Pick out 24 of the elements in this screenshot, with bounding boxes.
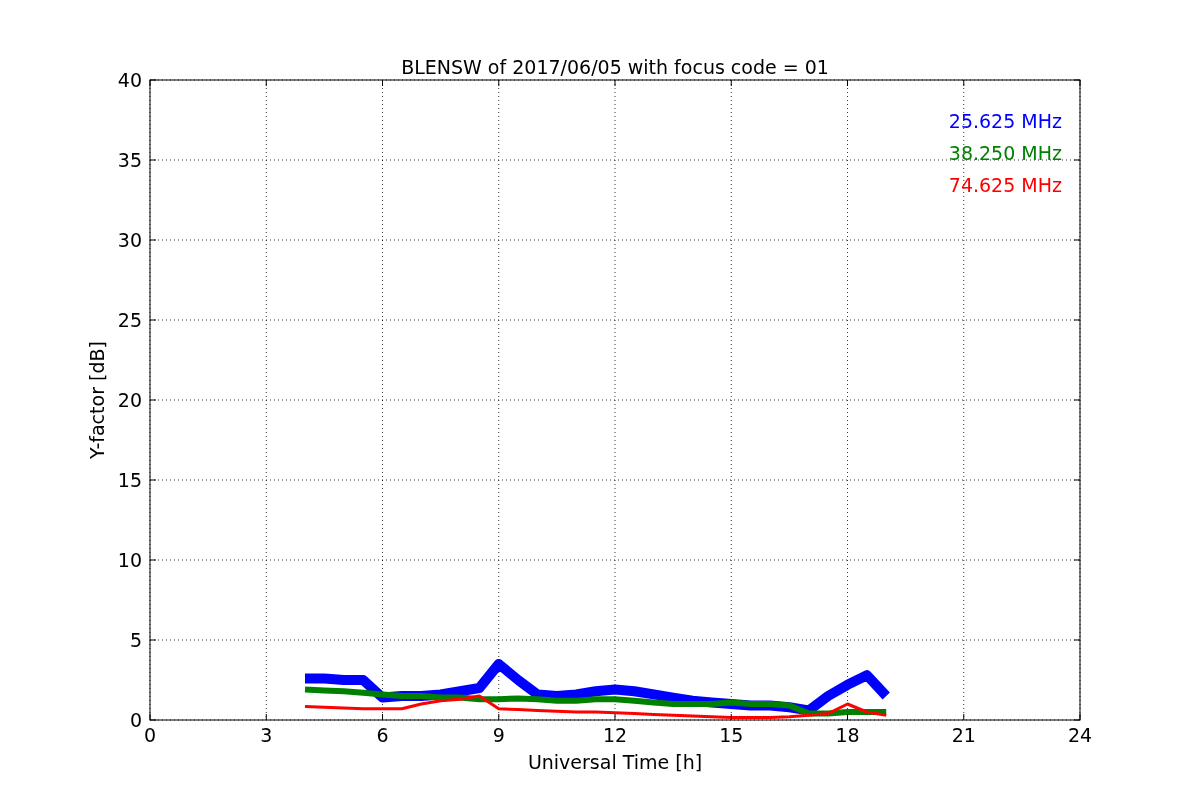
tick-label: 12: [602, 724, 628, 746]
legend-label: 25.625 MHz: [948, 110, 1062, 132]
tick-label: 21: [951, 724, 976, 746]
tick-label: 6: [376, 724, 389, 746]
tick-label: 20: [117, 389, 142, 411]
tick-label: 24: [1067, 724, 1093, 746]
tick-label: 0: [129, 709, 142, 731]
tick-label: 9: [492, 724, 505, 746]
tick-label: 18: [835, 724, 860, 746]
axis-label: Universal Time [h]: [527, 751, 703, 773]
tick-label: 40: [117, 69, 142, 91]
legend-label: 38.250 MHz: [948, 142, 1062, 164]
tick-label: 30: [117, 229, 142, 251]
tick-label: 5: [129, 629, 142, 651]
tick-label: 10: [117, 549, 142, 571]
legend-label: 74.625 MHz: [948, 174, 1062, 196]
tick-label: 0: [143, 724, 157, 746]
axis-label: Y-factor [dB]: [86, 341, 108, 459]
chart-title: BLENSW of 2017/06/05 with focus code = 01: [401, 56, 829, 78]
tick-label: 3: [260, 724, 273, 746]
tick-label: 25: [117, 309, 142, 331]
tick-label: 15: [719, 724, 744, 746]
tick-label: 15: [117, 469, 142, 491]
tick-label: 35: [117, 149, 142, 171]
